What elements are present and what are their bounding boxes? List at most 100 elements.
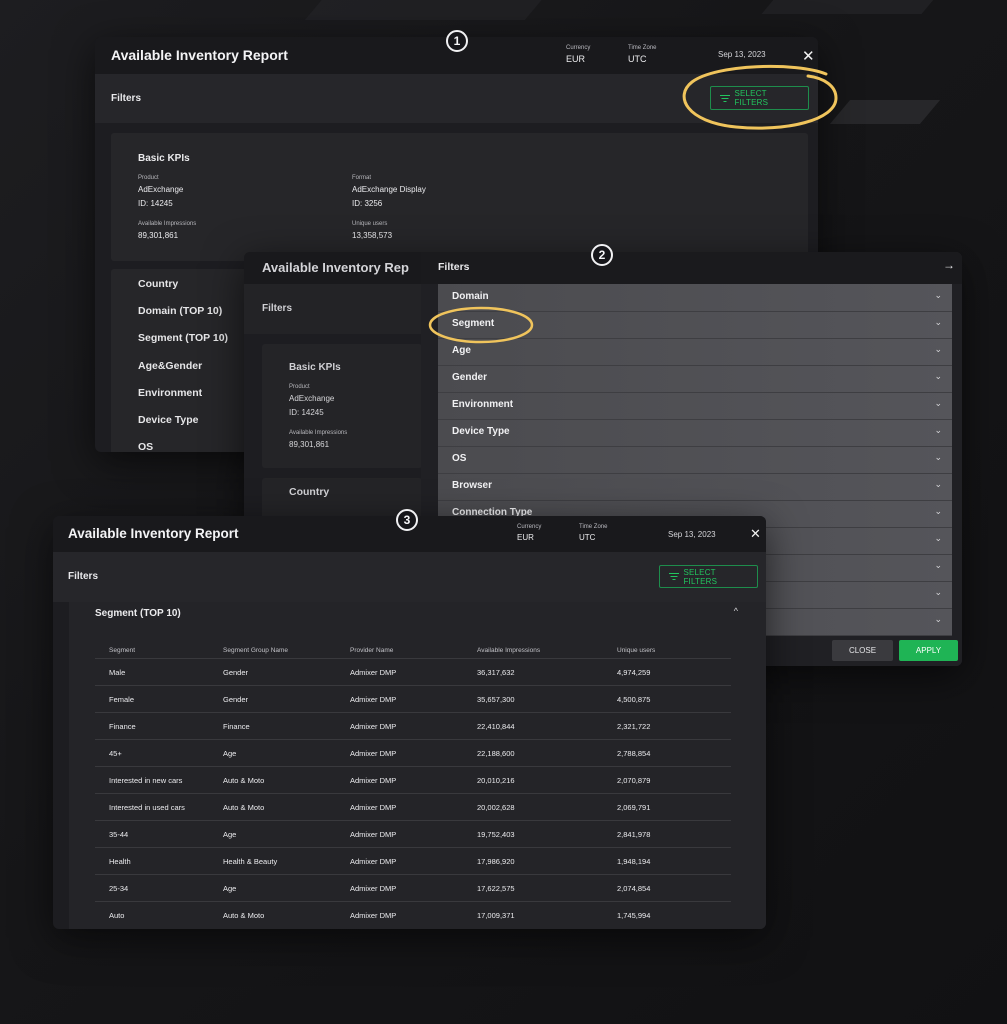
filter-item-gender[interactable]: Gender ⌄ (438, 365, 952, 393)
close-button[interactable]: CLOSE (832, 640, 893, 661)
report-date: Sep 13, 2023 (718, 50, 766, 59)
nav-environment[interactable]: Environment (138, 387, 202, 399)
nav-country[interactable]: Country (289, 486, 329, 498)
cell: Health (95, 847, 209, 875)
cell: Interested in used cars (95, 793, 209, 821)
step-marker-1: 1 (446, 30, 468, 52)
filter-item-environment[interactable]: Environment ⌄ (438, 392, 952, 420)
cell: 4,974,259 (603, 658, 731, 686)
cell: Admixer DMP (336, 901, 463, 928)
timezone-label: Time Zone (628, 45, 657, 51)
filters-panel-header: Filters → (421, 252, 962, 284)
cell: 2,321,722 (603, 712, 731, 740)
nav-age-gender[interactable]: Age&Gender (138, 360, 202, 372)
nav-domain[interactable]: Domain (TOP 10) (138, 305, 222, 317)
cell: Finance (95, 712, 209, 740)
filter-item-label: Browser (452, 480, 493, 491)
cell: Admixer DMP (336, 658, 463, 686)
unique-users-value: 13,358,573 (352, 231, 393, 240)
cell: 45+ (95, 739, 209, 767)
filter-item-browser[interactable]: Browser ⌄ (438, 473, 952, 501)
filter-icon (668, 573, 679, 580)
impressions-value: 89,301,861 (289, 440, 330, 449)
cell: Admixer DMP (336, 685, 463, 713)
impressions-value: 89,301,861 (138, 231, 179, 240)
select-filters-button[interactable]: SELECT FILTERS (659, 565, 758, 588)
cell: Gender (209, 658, 336, 686)
cell: Interested in new cars (95, 766, 209, 794)
timezone-label: Time Zone (579, 524, 608, 530)
chevron-up-icon[interactable]: ^ (734, 606, 738, 616)
cell: Male (95, 658, 209, 686)
filter-item-label: Domain (452, 291, 489, 302)
filter-bar: Filters SELECT FILTERS (53, 552, 766, 602)
chevron-down-icon: ⌄ (934, 560, 942, 570)
chevron-down-icon: ⌄ (934, 614, 942, 624)
nav-os[interactable]: OS (138, 441, 153, 452)
cell: 20,002,628 (463, 793, 603, 821)
chevron-down-icon: ⌄ (934, 506, 942, 516)
filter-item-label: Environment (452, 399, 514, 410)
cell: 17,009,371 (463, 901, 603, 928)
filter-bar: Filters SELECT FILTERS (95, 74, 818, 123)
filters-label: Filters (262, 303, 293, 314)
cell: 25-34 (95, 874, 209, 902)
kpi-title: Basic KPIs (138, 153, 190, 164)
cell: 17,986,920 (463, 847, 603, 875)
nav-device-type[interactable]: Device Type (138, 414, 199, 426)
step-marker-2: 2 (591, 244, 613, 266)
report-title: Available Inventory Report (111, 47, 288, 63)
background-stripe (304, 0, 576, 20)
cell: 20,010,216 (463, 766, 603, 794)
column-header: Provider Name (350, 646, 394, 654)
timezone-value: UTC (579, 533, 596, 542)
filter-item-os[interactable]: OS ⌄ (438, 446, 952, 474)
filter-item-label: Segment (452, 318, 495, 329)
arrow-right-icon[interactable]: → (943, 258, 955, 272)
nav-country[interactable]: Country (138, 278, 178, 290)
report-window-3: Available Inventory Report Currency EUR … (53, 516, 766, 929)
currency-value: EUR (566, 54, 586, 64)
cell: 4,500,875 (603, 685, 731, 713)
timezone-value: UTC (628, 54, 647, 64)
cell: Admixer DMP (336, 874, 463, 902)
chevron-down-icon: ⌄ (934, 452, 942, 462)
filter-item-domain[interactable]: Domain ⌄ (438, 284, 952, 312)
table-row: Female Gender Admixer DMP 35,657,300 4,500,8… (95, 685, 731, 713)
select-filters-button[interactable]: SELECT FILTERS (710, 86, 809, 110)
cell: Auto (95, 901, 209, 928)
filter-item-label: OS (452, 453, 467, 464)
cell: 2,788,854 (603, 739, 731, 767)
unique-users-label: Unique users (352, 221, 388, 227)
segment-table: Segment Segment Group Name Provider Name… (95, 642, 731, 928)
cell: 35,657,300 (463, 685, 603, 713)
cell: 1,948,194 (603, 847, 731, 875)
filter-item-segment[interactable]: Segment ⌄ (438, 311, 952, 339)
apply-button[interactable]: APPLY (899, 640, 958, 661)
cell: Age (209, 820, 336, 848)
format-value: AdExchange Display (352, 185, 426, 194)
segment-title: Segment (TOP 10) (95, 608, 181, 619)
cell: Admixer DMP (336, 793, 463, 821)
select-filters-label: SELECT FILTERS (683, 567, 718, 586)
cell: Auto & Moto (209, 793, 336, 821)
close-icon[interactable]: ✕ (802, 47, 815, 65)
cell: Admixer DMP (336, 847, 463, 875)
cell: 2,841,978 (603, 820, 731, 848)
filter-item-age[interactable]: Age ⌄ (438, 338, 952, 366)
filter-item-device-type[interactable]: Device Type ⌄ (438, 419, 952, 447)
table-row: Interested in used cars Auto & Moto Admixe… (95, 793, 731, 821)
table-row: 45+ Age Admixer DMP 22,188,600 2,788,854 (95, 739, 731, 767)
filters-panel-title: Filters (438, 261, 470, 273)
report-title: Available Inventory Rep (262, 260, 409, 275)
cell: Auto & Moto (209, 766, 336, 794)
close-icon[interactable]: ✕ (750, 526, 761, 542)
impressions-label: Available Impressions (138, 221, 197, 227)
chevron-down-icon: ⌄ (934, 344, 942, 354)
table-row: Finance Finance Admixer DMP 22,410,844 2,321… (95, 712, 731, 740)
chevron-down-icon: ⌄ (934, 371, 942, 381)
nav-segment[interactable]: Segment (TOP 10) (138, 332, 228, 344)
select-filters-label: SELECT FILTERS (734, 89, 769, 107)
currency-value: EUR (517, 533, 534, 542)
table-row: 35-44 Age Admixer DMP 19,752,403 2,841,978 (95, 820, 731, 848)
